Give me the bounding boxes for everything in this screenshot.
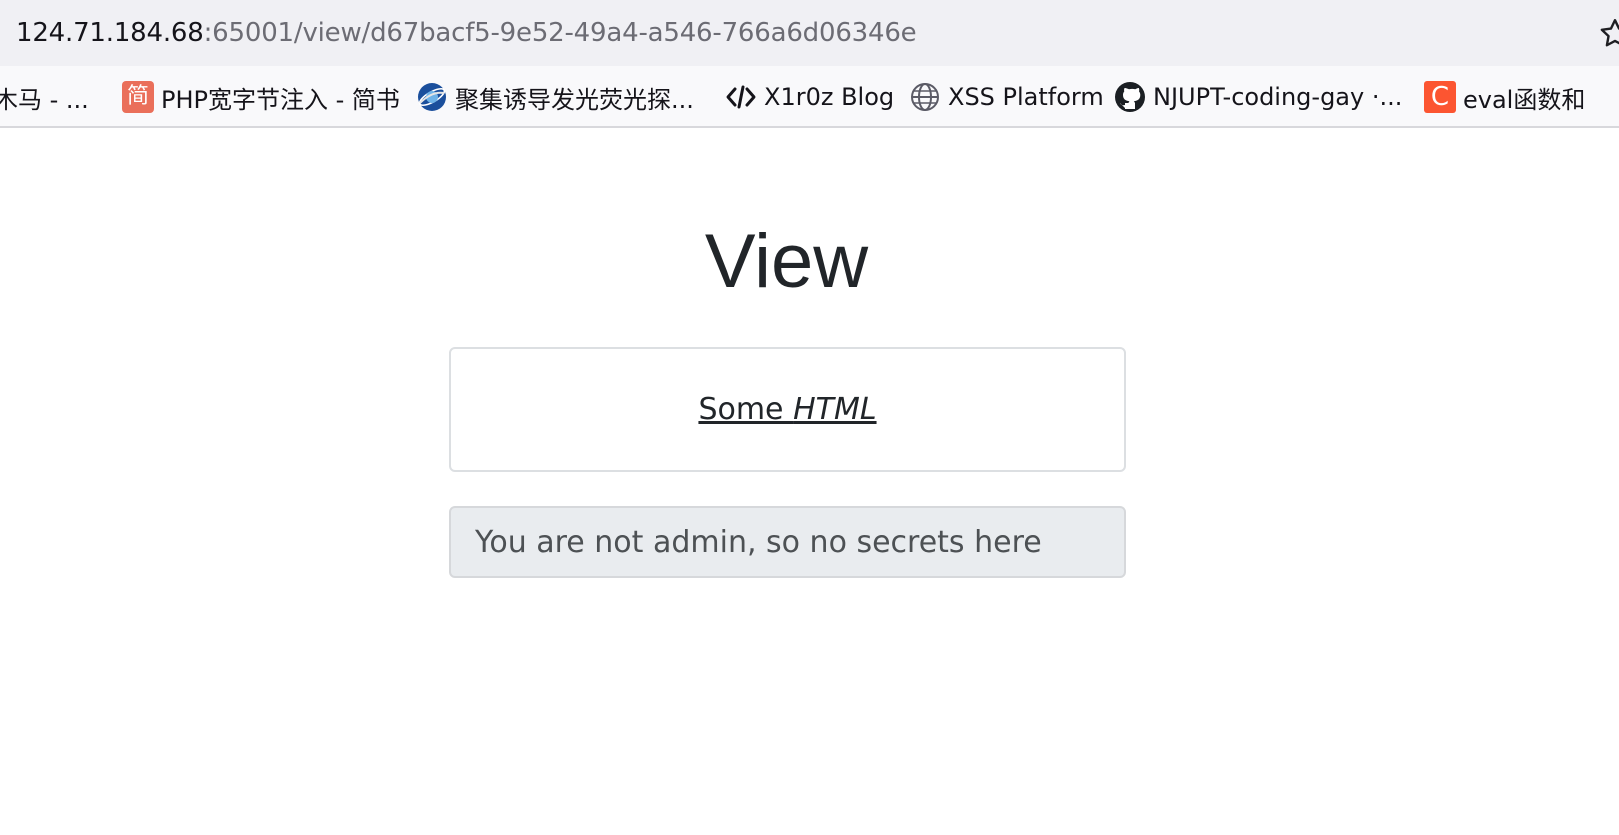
csdn-icon: C (1424, 81, 1456, 113)
rendered-html-card: Some HTML (449, 347, 1126, 472)
bookmark-label: 木马 - ... (0, 85, 89, 114)
url-path: :65001/view/d67bacf5-9e52-49a4-a546-766a… (203, 18, 917, 48)
url-host: 124.71.184.68 (16, 18, 204, 48)
bookmark-label: XSS Platform (948, 83, 1104, 111)
github-icon (1115, 82, 1145, 112)
bookmark-label: NJUPT-coding-gay ·... (1153, 83, 1403, 111)
address-bar[interactable]: 124.71.184.68:65001/view/d67bacf5-9e52-4… (0, 0, 1619, 66)
content-text: Some (698, 392, 794, 427)
bookmark-label: PHP宽字节注入 - 简书 (161, 85, 400, 114)
alert-text: You are not admin, so no secrets here (475, 524, 1042, 560)
bookmark-item[interactable]: XSS Platform (909, 66, 1104, 126)
jianshu-icon: 简 (122, 81, 154, 113)
bookmark-item[interactable]: NJUPT-coding-gay ·... (1114, 66, 1403, 126)
globe-icon (911, 83, 939, 111)
bookmark-star-icon[interactable] (1597, 16, 1619, 52)
content-italic-text: HTML (793, 392, 877, 427)
page-title: View (704, 219, 869, 304)
globe-blue-icon (418, 83, 446, 111)
bookmark-label: 聚集诱导发光荧光探... (455, 85, 694, 114)
content-link[interactable]: Some HTML (698, 392, 876, 427)
bookmark-item[interactable]: X1r0z Blog (725, 66, 895, 126)
bookmarks-bar: 木马 - ... 简 PHP宽字节注入 - 简书 聚集诱导发光荧光探... X1… (0, 66, 1619, 128)
bookmark-item[interactable]: 木马 - ... (0, 66, 89, 126)
bookmark-item[interactable]: 简 PHP宽字节注入 - 简书 (122, 66, 400, 126)
url-text[interactable]: 124.71.184.68:65001/view/d67bacf5-9e52-4… (16, 18, 917, 48)
code-icon (726, 85, 756, 109)
bookmark-label: eval函数和 (1463, 85, 1586, 114)
bookmark-item[interactable]: C eval函数和 (1424, 66, 1586, 126)
bookmark-label: X1r0z Blog (764, 83, 895, 111)
bookmark-item[interactable]: 聚集诱导发光荧光探... (416, 66, 694, 126)
admin-alert: You are not admin, so no secrets here (449, 506, 1126, 578)
